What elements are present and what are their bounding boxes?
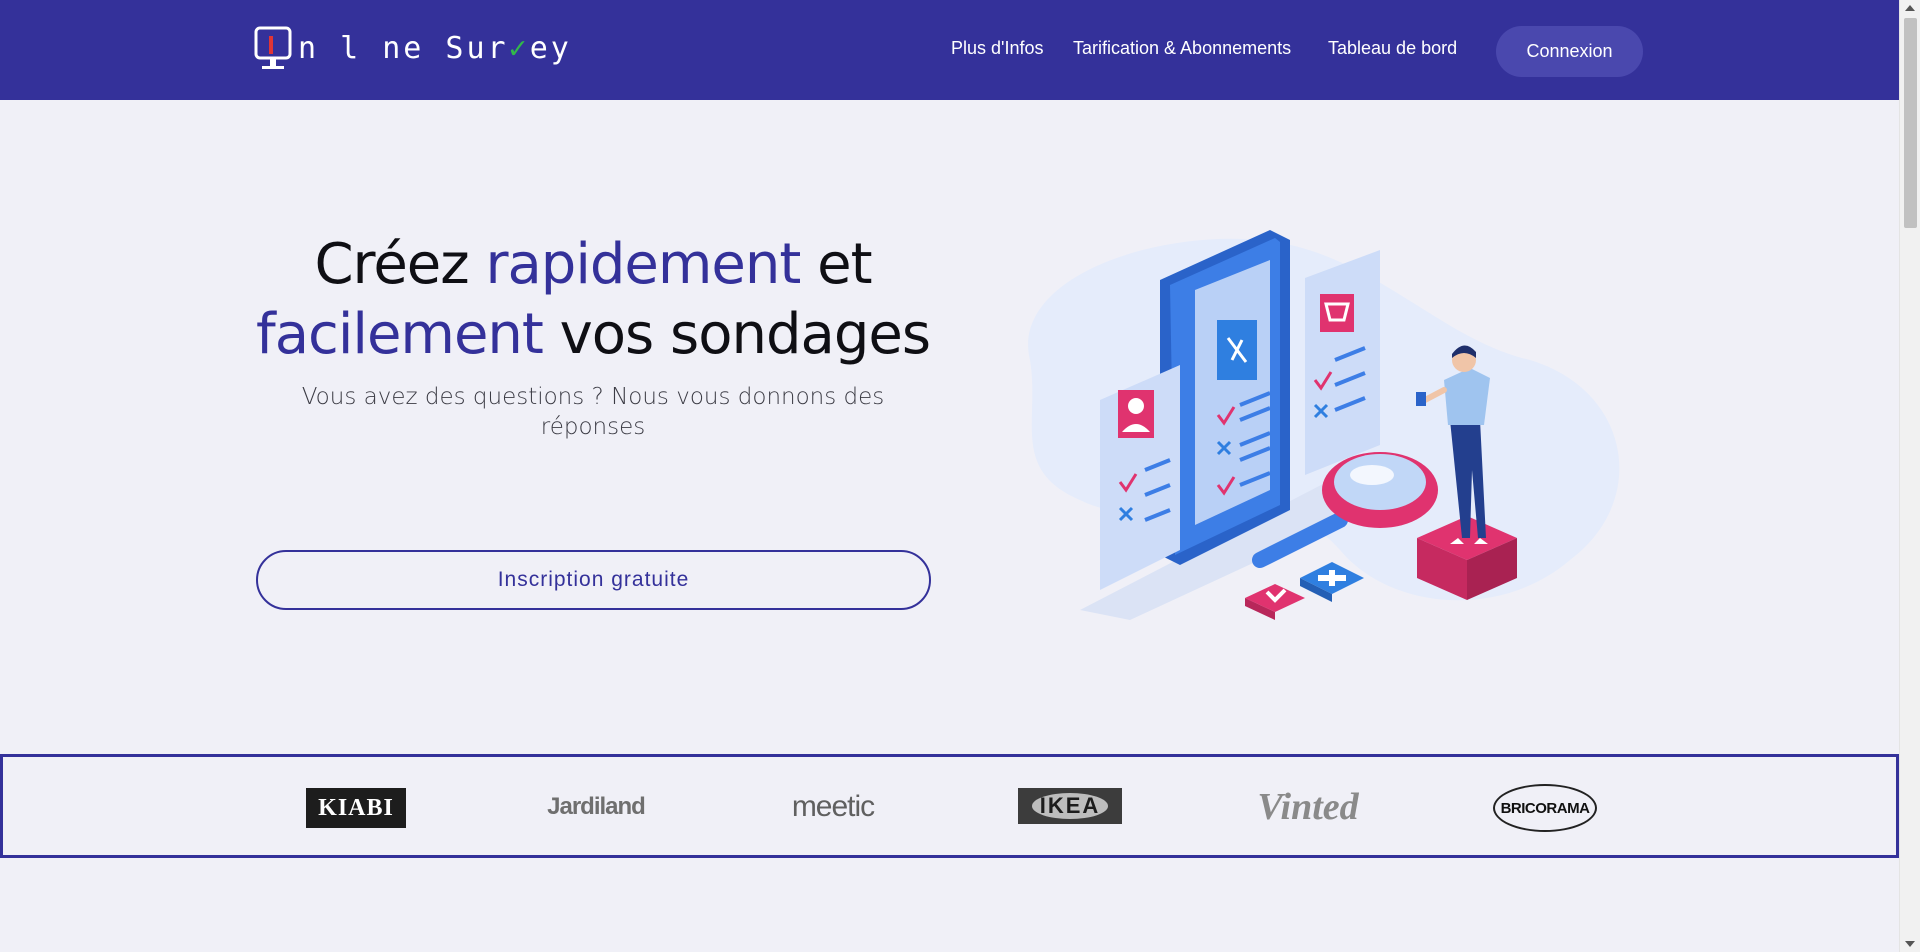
brand-logo-jardiland: Jardiland <box>547 793 646 820</box>
brand-logo-ikea-text: IKEA <box>1031 793 1109 819</box>
login-button[interactable]: Connexion <box>1496 26 1643 77</box>
nav-link-dashboard[interactable]: Tableau de bord <box>1328 38 1457 59</box>
hero-title-part: Créez <box>314 232 486 297</box>
brand-logo-kiabi: KIABI <box>306 788 406 828</box>
hero-section: Créez rapidement et facilement vos sonda… <box>256 230 931 442</box>
brand-logo-meetic: meetic <box>791 790 875 823</box>
nav-link-pricing[interactable]: Tarification & Abonnements <box>1073 38 1291 59</box>
site-logo[interactable]: n l ne Sur✓ey <box>254 26 572 72</box>
signup-button[interactable]: Inscription gratuite <box>256 550 931 610</box>
brand-logo-ikea: IKEA <box>1018 788 1122 824</box>
scroll-up-icon[interactable] <box>1905 5 1915 11</box>
nav-link-infos[interactable]: Plus d'Infos <box>951 38 1044 59</box>
checkmark-logo-icon: ✓ <box>508 31 530 66</box>
brand-logo-bricorama: BRICORAMA <box>1493 784 1597 832</box>
scroll-down-icon[interactable] <box>1905 941 1915 947</box>
brand-logo-bricorama-text: BRICORAMA <box>1500 799 1590 817</box>
scrollbar-thumb[interactable] <box>1904 18 1917 228</box>
hero-title-part: vos sondages <box>542 302 931 367</box>
brand-logo-vinted: Vinted <box>1257 786 1359 828</box>
navbar: n l ne Sur✓ey Plus d'Infos Tarification … <box>0 0 1899 100</box>
hero-title-accent: rapidement <box>485 232 801 297</box>
hero-title-part: et <box>800 232 872 297</box>
logo-text: n l ne Sur✓ey <box>298 31 572 66</box>
hero-title-accent: facilement <box>256 302 544 367</box>
hero-title: Créez rapidement et facilement vos sonda… <box>256 230 931 370</box>
vertical-scrollbar[interactable] <box>1899 0 1920 952</box>
monitor-logo-icon <box>254 26 292 69</box>
brand-logos-strip: KIABI Jardiland meetic IKEA Vinted BRICO… <box>0 754 1899 858</box>
hero-subtitle: Vous avez des questions ? Nous vous donn… <box>301 384 885 440</box>
survey-phone-illustration <box>1028 230 1620 620</box>
